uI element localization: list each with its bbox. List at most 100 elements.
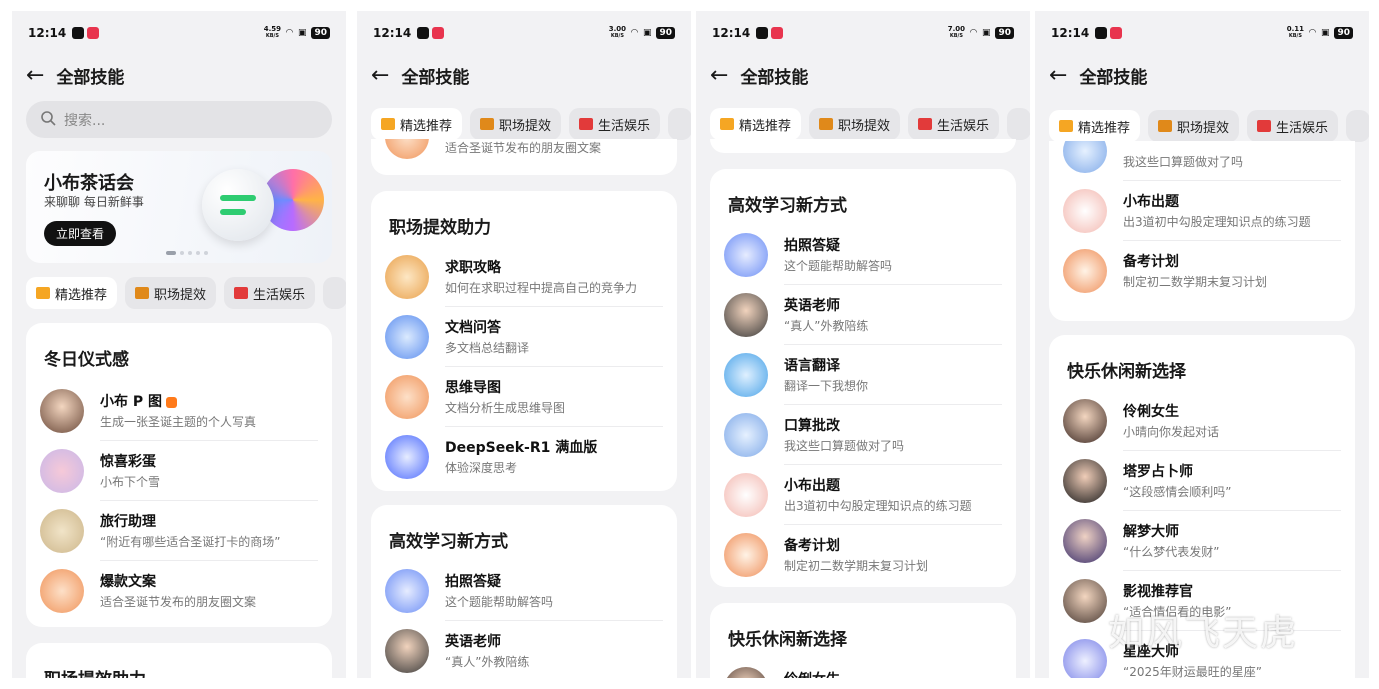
status-time: 12:14 — [373, 26, 412, 40]
tab-life[interactable]: 生活娱乐 — [908, 108, 1000, 140]
page-header: ← 全部技能 — [1049, 63, 1147, 88]
notification-app-icon — [87, 27, 100, 39]
battery-indicator: 90 — [1334, 27, 1353, 39]
battery-indicator: 90 — [995, 27, 1014, 39]
back-arrow-icon[interactable]: ← — [1049, 64, 1067, 86]
search-bar[interactable]: 搜索... — [26, 101, 332, 138]
skill-item[interactable]: 旅行助理 “附近有哪些适合圣诞打卡的商场” — [40, 501, 318, 561]
chair-icon — [234, 287, 249, 299]
skill-item[interactable]: 我这些口算题做对了吗 — [1063, 141, 1341, 181]
avatar — [40, 389, 84, 433]
wifi-icon: ◠ — [631, 28, 638, 38]
carousel-dots — [166, 251, 208, 255]
avatar — [1063, 579, 1107, 623]
promo-banner[interactable]: 小布茶话会 来聊聊 每日新鲜事 立即查看 — [26, 151, 332, 263]
skill-item[interactable]: 语言翻译 翻译一下我想你 — [724, 345, 1002, 405]
tab-more[interactable] — [323, 277, 346, 309]
skill-item[interactable]: 英语老师 “真人”外教陪练 — [385, 621, 663, 678]
section-title: 高效学习新方式 — [389, 532, 508, 552]
section-card-study: 高效学习新方式 拍照答疑 这个题能帮助解答吗 英语老师 “真人”外教陪练 语言翻译翻… — [710, 169, 1016, 587]
sim-icon: ▣ — [297, 28, 307, 38]
section-title: 快乐休闲新选择 — [1067, 362, 1186, 382]
tab-more[interactable] — [1346, 110, 1369, 142]
zodiac-icon — [1063, 639, 1107, 678]
skill-item[interactable]: 伶俐女生 小晴向你发起对话 — [1063, 391, 1341, 451]
skill-item[interactable]: 伶俐女生 — [724, 659, 1002, 678]
back-arrow-icon[interactable]: ← — [26, 64, 44, 86]
skill-item[interactable]: 口算批改 我这些口算题做对了吗 — [724, 405, 1002, 465]
section-card-study: 高效学习新方式 拍照答疑 这个题能帮助解答吗 英语老师 “真人”外教陪练 — [371, 505, 677, 678]
back-arrow-icon[interactable]: ← — [371, 64, 389, 86]
skill-item[interactable]: 小布 P 图生成一张圣诞主题的个人写真 — [40, 381, 318, 441]
skill-item[interactable]: 文档问答 多文档总结翻译 — [385, 307, 663, 367]
tab-life[interactable]: 生活娱乐 — [569, 108, 661, 140]
phone-screen-4: 12:14 0.11 KB/S ◠ ▣ 90 ← 全部技能 精选推荐 职场提效 生… — [1035, 11, 1369, 678]
skill-item[interactable]: 思维导图 文档分析生成思维导图 — [385, 367, 663, 427]
tab-featured[interactable]: 精选推荐 — [371, 108, 463, 140]
skill-item[interactable]: 英语老师 “真人”外教陪练 — [724, 285, 1002, 345]
tab-featured[interactable]: 精选推荐 — [1049, 110, 1141, 142]
skill-item[interactable]: 小布出题 出3道初中勾股定理知识点的练习题 — [1063, 181, 1341, 241]
wifi-icon: ◠ — [286, 28, 293, 38]
section-title: 职场提效助力 — [44, 665, 146, 678]
tab-life[interactable]: 生活娱乐 — [1247, 110, 1339, 142]
page-header: ← 全部技能 — [710, 63, 808, 88]
thumbs-up-icon — [36, 287, 50, 299]
page-title: 全部技能 — [401, 68, 470, 88]
section-card-winter: 冬日仪式感 小布 P 图生成一张圣诞主题的个人写真 惊喜彩蛋 小布下个雪 旅行助理… — [26, 323, 332, 627]
category-tabs: 精选推荐 职场提效 生活娱乐 — [1049, 110, 1369, 142]
notification-app-icon — [1110, 27, 1123, 39]
tab-more[interactable] — [1007, 108, 1030, 140]
tab-life[interactable]: 生活娱乐 — [224, 277, 316, 309]
section-card-work: 职场提效助力 求职攻略 如何在求职过程中提高自己的竞争力 文档问答 多文档总结翻译 … — [371, 191, 677, 491]
tiktok-icon — [72, 27, 85, 39]
status-time: 12:14 — [1051, 26, 1090, 40]
notification-app-icon — [771, 27, 784, 39]
banner-title: 小布茶话会 — [44, 173, 134, 194]
status-time: 12:14 — [712, 26, 751, 40]
resume-icon — [385, 255, 429, 299]
status-bar: 12:14 4.59 KB/S ◠ ▣ 90 — [28, 25, 330, 41]
tab-featured[interactable]: 精选推荐 — [26, 277, 118, 309]
skill-item[interactable]: 备考计划 制定初二数学期末复习计划 — [1063, 241, 1341, 301]
translate-icon — [724, 353, 768, 397]
page-header: ← 全部技能 — [26, 63, 124, 88]
quiz-paper-icon — [724, 473, 768, 517]
banner-view-button[interactable]: 立即查看 — [44, 221, 117, 246]
document-icon — [385, 315, 429, 359]
tab-work[interactable]: 职场提效 — [470, 108, 562, 140]
tab-work[interactable]: 职场提效 — [1148, 110, 1240, 142]
search-icon — [40, 110, 56, 130]
skill-item[interactable]: 解梦大师 “什么梦代表发财” — [1063, 511, 1341, 571]
chat-bubble-icon — [202, 169, 274, 241]
tab-featured[interactable]: 精选推荐 — [710, 108, 802, 140]
tiktok-icon — [756, 27, 769, 39]
category-tabs: 精选推荐 职场提效 生活娱乐 — [371, 108, 691, 140]
skill-item[interactable]: 拍照答疑 这个题能帮助解答吗 — [724, 225, 1002, 285]
study-plan-icon — [724, 533, 768, 577]
skill-item[interactable]: 拍照答疑 这个题能帮助解答吗 — [385, 561, 663, 621]
skill-item[interactable]: 适合圣诞节发布的朋友圈文案 — [385, 139, 663, 167]
battery-indicator: 90 — [311, 27, 330, 39]
math-check-icon — [1063, 141, 1107, 173]
skill-item[interactable]: 备考计划 制定初二数学期末复习计划 — [724, 525, 1002, 585]
search-input[interactable]: 搜索... — [64, 110, 105, 130]
tab-work[interactable]: 职场提效 — [125, 277, 217, 309]
section-card-fun: 快乐休闲新选择 伶俐女生 — [710, 603, 1016, 678]
tab-more[interactable] — [668, 108, 691, 140]
tab-work[interactable]: 职场提效 — [809, 108, 901, 140]
skill-item[interactable]: 小布出题 出3道初中勾股定理知识点的练习题 — [724, 465, 1002, 525]
skill-item[interactable]: DeepSeek-R1 满血版 体验深度思考 — [385, 427, 663, 487]
briefcase-icon — [819, 118, 834, 130]
chair-icon — [1257, 120, 1272, 132]
skill-item[interactable]: 爆款文案 适合圣诞节发布的朋友圈文案 — [40, 561, 318, 621]
skill-item[interactable]: 塔罗占卜师 “这段感情会顺利吗” — [1063, 451, 1341, 511]
status-bar: 12:14 3.00 KB/S ◠ ▣ 90 — [373, 25, 675, 41]
section-title: 高效学习新方式 — [728, 196, 847, 216]
skill-item[interactable]: 惊喜彩蛋 小布下个雪 — [40, 441, 318, 501]
page-title: 全部技能 — [740, 68, 809, 88]
back-arrow-icon[interactable]: ← — [710, 64, 728, 86]
status-bar: 12:14 0.11 KB/S ◠ ▣ 90 — [1051, 25, 1353, 41]
status-bar: 12:14 7.00 KB/S ◠ ▣ 90 — [712, 25, 1014, 41]
skill-item[interactable]: 求职攻略 如何在求职过程中提高自己的竞争力 — [385, 247, 663, 307]
